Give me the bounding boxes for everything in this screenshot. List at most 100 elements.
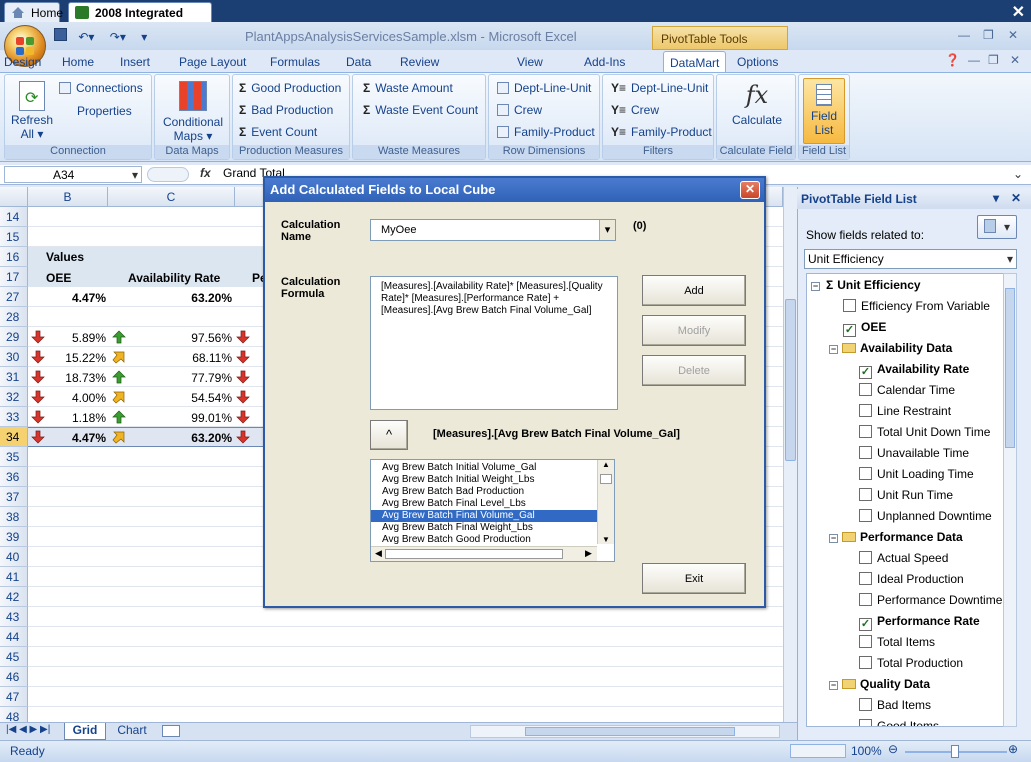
ribbon-tab-add-ins[interactable]: Add-Ins <box>580 53 629 71</box>
ribbon-tab-insert[interactable]: Insert <box>116 53 154 71</box>
column-header-b[interactable]: B <box>28 187 108 207</box>
conditional-maps-button[interactable]: Conditional Maps ▾ <box>159 81 227 143</box>
field-tree-scroll-thumb[interactable] <box>1005 288 1015 448</box>
row-header-31[interactable]: 31 <box>0 367 28 387</box>
list-item[interactable]: Avg Brew Batch Final Volume_Gal <box>371 510 597 522</box>
collapse-icon[interactable]: − <box>829 345 838 354</box>
calc-formula-textarea[interactable]: [Measures].[Availability Rate]* [Measure… <box>370 276 618 410</box>
good-production-button[interactable]: Σ Good Production <box>239 81 341 95</box>
row-header-39[interactable]: 39 <box>0 527 28 547</box>
filter-crew-button[interactable]: Y≡ Crew <box>611 103 659 117</box>
ribbon-tab-options[interactable]: Options <box>733 53 782 71</box>
ribbon-minimize-icon[interactable]: — <box>968 53 980 67</box>
undo-icon[interactable]: ↶▾ <box>78 30 94 44</box>
waste-event-count-button[interactable]: Σ Waste Event Count <box>363 103 478 117</box>
list-hscroll[interactable]: ◀ ▶ <box>371 546 597 561</box>
field-group[interactable]: − Performance Data <box>829 530 963 544</box>
exit-button[interactable]: Exit <box>642 563 746 594</box>
minimize-icon[interactable]: — <box>958 28 970 42</box>
restore-icon[interactable]: ❐ <box>983 28 994 42</box>
formula-bar-expand[interactable] <box>147 167 189 182</box>
ribbon-tab-data[interactable]: Data <box>342 53 375 71</box>
field-group[interactable]: − Availability Data <box>829 341 952 355</box>
collapse-icon[interactable]: − <box>829 681 838 690</box>
scroll-right-icon[interactable]: ▶ <box>585 548 592 559</box>
ribbon-restore-icon[interactable]: ❐ <box>988 53 999 67</box>
row-header-33[interactable]: 33 <box>0 407 28 427</box>
field-item[interactable]: Calendar Time <box>859 383 955 397</box>
horizontal-scrollbar[interactable] <box>470 725 780 738</box>
row-header-30[interactable]: 30 <box>0 347 28 367</box>
hscroll-thumb[interactable] <box>525 727 735 736</box>
dialog-close-button[interactable]: ✕ <box>740 181 760 199</box>
row-header-48[interactable]: 48 <box>0 707 28 722</box>
list-item[interactable]: Avg Brew Batch Initial Weight_Lbs <box>371 474 597 486</box>
show-fields-select[interactable]: Unit Efficiency ▾ <box>804 249 1017 269</box>
view-buttons[interactable] <box>790 744 846 758</box>
row-header-38[interactable]: 38 <box>0 507 28 527</box>
field-item[interactable]: Total Production <box>859 656 963 670</box>
field-item[interactable]: Unit Run Time <box>859 488 953 502</box>
collapse-icon[interactable]: − <box>829 534 838 543</box>
ribbon-tab-view[interactable]: View <box>513 53 547 71</box>
row-header-15[interactable]: 15 <box>0 227 28 247</box>
sheet-tab-chart[interactable]: Chart <box>110 723 154 740</box>
delete-button[interactable]: Delete <box>642 355 746 386</box>
measures-listbox[interactable]: Avg Brew Batch Initial Volume_Gal Avg Bre… <box>370 459 615 562</box>
scroll-up-icon[interactable]: ▲ <box>598 460 614 472</box>
list-hscroll-thumb[interactable] <box>385 549 563 559</box>
checked-checkbox-icon[interactable]: ✓ <box>843 324 856 337</box>
row-header-41[interactable]: 41 <box>0 567 28 587</box>
row-header-43[interactable]: 43 <box>0 607 28 627</box>
row-header-46[interactable]: 46 <box>0 667 28 687</box>
bad-production-button[interactable]: Σ Bad Production <box>239 103 333 117</box>
row-header-34[interactable]: 34 <box>0 427 28 447</box>
row-header-32[interactable]: 32 <box>0 387 28 407</box>
column-header-c[interactable]: C <box>108 187 235 207</box>
field-item[interactable]: Unit Loading Time <box>859 467 974 481</box>
vertical-scrollbar[interactable] <box>783 187 797 722</box>
ribbon-close-icon[interactable]: ✕ <box>1010 53 1020 67</box>
row-header-44[interactable]: 44 <box>0 627 28 647</box>
row-header-17[interactable]: 17 <box>0 267 28 287</box>
checked-checkbox-icon[interactable]: ✓ <box>859 618 872 631</box>
formula-expand-icon[interactable]: ⌄ <box>1013 167 1023 181</box>
pane-close-icon[interactable]: ✕ <box>1011 191 1021 205</box>
list-item[interactable]: Avg Brew Batch Final Level_Lbs <box>371 498 597 510</box>
list-vscroll[interactable]: ▲ ▼ <box>597 460 614 544</box>
redo-icon[interactable]: ↷▾ <box>110 30 126 44</box>
name-box[interactable]: A34 ▾ <box>4 166 142 183</box>
properties-button[interactable]: Properties <box>77 104 132 118</box>
scroll-left-icon[interactable]: ◀ <box>375 548 382 559</box>
row-header-45[interactable]: 45 <box>0 647 28 667</box>
checkbox-icon[interactable] <box>859 719 872 726</box>
ribbon-tab-design[interactable]: Design <box>0 53 45 71</box>
row-header-29[interactable]: 29 <box>0 327 28 347</box>
checkbox-icon[interactable] <box>859 488 872 501</box>
ribbon-tab-page-layout[interactable]: Page Layout <box>175 53 250 71</box>
row-header-28[interactable]: 28 <box>0 307 28 327</box>
layout-options-button[interactable]: ▾ <box>977 215 1017 239</box>
zoom-slider[interactable] <box>905 745 1007 758</box>
list-item[interactable]: Avg Brew Batch Bad Production <box>371 486 597 498</box>
insert-function-icon[interactable]: fx <box>200 166 211 180</box>
field-group[interactable]: − Quality Data <box>829 677 930 691</box>
checkbox-icon[interactable] <box>859 635 872 648</box>
checkbox-icon[interactable] <box>859 383 872 396</box>
customize-qat-icon[interactable]: ▾ <box>141 30 147 44</box>
field-tree-scrollbar[interactable] <box>1003 273 1017 727</box>
field-item[interactable]: ✓ Performance Rate <box>859 614 980 631</box>
field-item[interactable]: Efficiency From Variable <box>843 299 990 313</box>
field-item[interactable]: Total Items <box>859 635 935 649</box>
field-item[interactable]: ✓ Availability Rate <box>859 362 969 379</box>
browser-tab-demo[interactable]: 2008 Integrated Demo <box>68 2 212 34</box>
row-family-product-button[interactable]: Family-Product <box>497 125 595 139</box>
sheet-tab-grid[interactable]: Grid <box>64 723 106 740</box>
filter-family-product-button[interactable]: Y≡ Family-Product <box>611 125 712 139</box>
ribbon-tab-review[interactable]: Review <box>396 53 443 71</box>
list-item[interactable]: Avg Brew Batch Good Production <box>371 534 597 546</box>
modify-button[interactable]: Modify <box>642 315 746 346</box>
refresh-all-button[interactable]: ⟳ Refresh All ▾ <box>11 81 53 141</box>
checkbox-icon[interactable] <box>859 698 872 711</box>
field-item[interactable]: Actual Speed <box>859 551 948 565</box>
